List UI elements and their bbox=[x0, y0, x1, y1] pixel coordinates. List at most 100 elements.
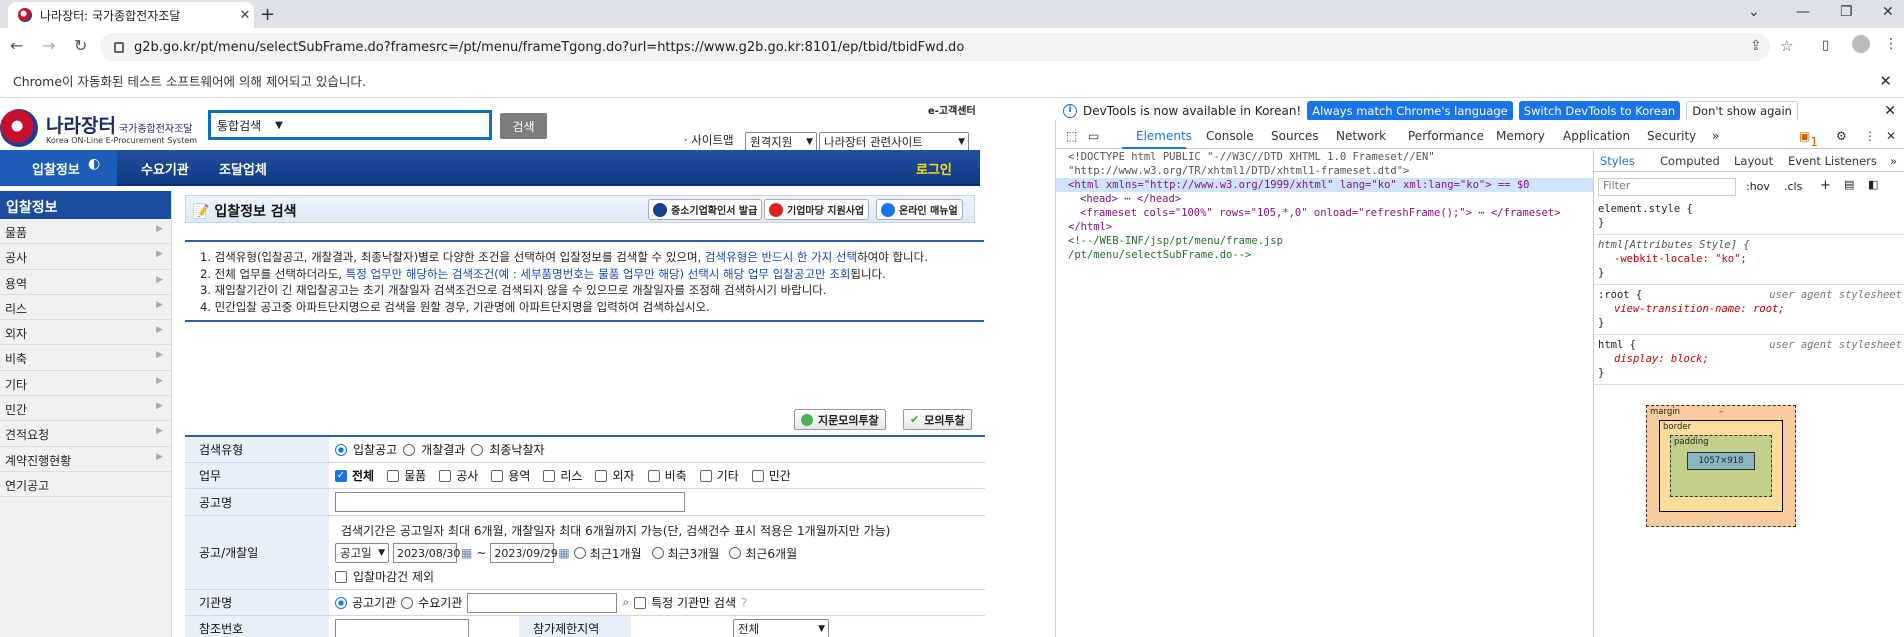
dom-comment[interactable]: /pt/menu/selectSubFrame.do--> bbox=[1068, 248, 1593, 262]
checkbox-lease[interactable] bbox=[543, 469, 556, 482]
search-icon[interactable]: ⌕ bbox=[622, 595, 629, 610]
devtools-close-icon[interactable]: ✕ bbox=[1886, 129, 1896, 143]
tab-security[interactable]: Security bbox=[1647, 129, 1696, 143]
sme-certificate-button[interactable]: 중소기업확인서 발급 bbox=[648, 199, 763, 220]
tab-computed[interactable]: Computed bbox=[1660, 154, 1720, 168]
left-menu-item[interactable]: 견적요청 ▶ bbox=[0, 421, 171, 447]
left-menu-item[interactable]: 비축 ▶ bbox=[0, 345, 171, 371]
radio-opening-result[interactable] bbox=[403, 443, 416, 456]
left-menu-item[interactable]: 리스 ▶ bbox=[0, 295, 171, 321]
radio-bid-notice[interactable] bbox=[335, 443, 347, 456]
issues-badge[interactable]: ▣ 1 bbox=[1799, 129, 1818, 149]
date-from-input[interactable]: 2023/08/30 bbox=[393, 543, 460, 563]
tab-network[interactable]: Network bbox=[1336, 129, 1386, 143]
ref-number-input[interactable] bbox=[335, 618, 469, 637]
radio-final-winner[interactable] bbox=[471, 443, 484, 456]
checkbox-construction[interactable] bbox=[439, 469, 452, 482]
close-icon[interactable]: ✕ bbox=[1884, 103, 1896, 119]
notice-name-input[interactable] bbox=[335, 492, 685, 512]
menu-kebab-icon[interactable]: ⋮ bbox=[1884, 36, 1898, 52]
checkbox-foreign[interactable] bbox=[595, 469, 608, 482]
bookmark-star-icon[interactable]: ☆ bbox=[1780, 37, 1793, 55]
share-icon[interactable]: ⇪ bbox=[1750, 38, 1762, 54]
help-icon[interactable]: ? bbox=[741, 596, 747, 610]
forward-icon[interactable]: → bbox=[42, 36, 55, 55]
dom-line[interactable]: "http://www.w3.org/TR/xhtml1/DTD/xhtml1-… bbox=[1068, 164, 1593, 178]
device-toggle-icon[interactable]: ▭ bbox=[1088, 129, 1099, 143]
dom-comment[interactable]: <!--/WEB-INF/jsp/pt/menu/frame.jsp bbox=[1068, 234, 1593, 248]
match-language-button[interactable]: Always match Chrome's language bbox=[1307, 100, 1513, 121]
reload-icon[interactable]: ↻ bbox=[74, 36, 87, 55]
remote-support-select[interactable]: 원격지원 ▼ bbox=[745, 132, 817, 152]
bizinfo-button[interactable]: 기업마당 지원사업 bbox=[764, 199, 870, 220]
tab-application[interactable]: Application bbox=[1563, 129, 1630, 143]
browser-tab[interactable]: 나라장터: 국가종합전자조달 ✕ bbox=[8, 2, 254, 28]
checkbox-specific-org[interactable] bbox=[634, 596, 647, 609]
switch-korean-button[interactable]: Switch DevTools to Korean bbox=[1518, 100, 1681, 121]
radio-1-month[interactable] bbox=[573, 547, 586, 559]
dom-line[interactable]: <frameset cols="100%" rows="105,*,0" onl… bbox=[1068, 206, 1593, 220]
org-name-input[interactable] bbox=[467, 592, 618, 613]
tab-styles[interactable]: Styles bbox=[1600, 154, 1635, 168]
checkbox-etc[interactable] bbox=[699, 469, 712, 482]
class-toggle[interactable]: .cls bbox=[1784, 180, 1802, 193]
left-menu-item[interactable]: 계약진행현황 ▶ bbox=[0, 447, 171, 472]
site-logo[interactable]: 나라장터 국가종합전자조달 Korea ON-Line E-Procurement… bbox=[0, 109, 200, 149]
search-scope-select[interactable]: 통합검색 bbox=[217, 117, 261, 134]
left-menu-item[interactable]: 민간 ▶ bbox=[0, 396, 171, 422]
mock-bid-button[interactable]: ✔ 모의투찰 bbox=[903, 409, 972, 430]
tab-sources[interactable]: Sources bbox=[1271, 129, 1318, 143]
more-style-tabs-icon[interactable]: » bbox=[1890, 154, 1897, 168]
sitemap-link[interactable]: · 사이트맵 bbox=[684, 132, 734, 148]
left-menu-item[interactable]: 기타 ▶ bbox=[0, 371, 171, 397]
search-button[interactable]: 검색 bbox=[500, 113, 547, 139]
checkbox-stockpile[interactable] bbox=[647, 469, 660, 482]
login-link[interactable]: 로그인 bbox=[916, 159, 952, 178]
left-menu-item[interactable]: 외자 ▶ bbox=[0, 320, 171, 346]
integrated-search-box[interactable]: 통합검색 ▼ bbox=[208, 110, 492, 140]
date-to-input[interactable]: 2023/09/29 bbox=[490, 543, 558, 563]
address-bar[interactable]: g2b.go.kr/pt/menu/selectSubFrame.do?fram… bbox=[100, 33, 1770, 61]
minimize-icon[interactable]: — bbox=[1796, 4, 1810, 20]
gnb-bid-info[interactable]: 입찰정보 bbox=[32, 159, 80, 178]
online-manual-button[interactable]: 온라인 매뉴얼 bbox=[876, 199, 963, 220]
tab-memory[interactable]: Memory bbox=[1496, 129, 1545, 143]
more-tabs-icon[interactable]: » bbox=[1712, 129, 1719, 143]
dom-line[interactable]: <head> ⋯ </head> bbox=[1068, 192, 1593, 206]
radio-3-months[interactable] bbox=[651, 547, 664, 559]
checkbox-exclude-closed[interactable] bbox=[335, 570, 347, 583]
dom-line[interactable]: <!DOCTYPE html PUBLIC "-//W3C//DTD XHTML… bbox=[1068, 150, 1593, 164]
side-panel-icon[interactable]: ▯ bbox=[1822, 38, 1829, 53]
tab-console[interactable]: Console bbox=[1206, 129, 1254, 143]
radio-6-months[interactable] bbox=[729, 547, 742, 559]
fingerprint-mock-bid-button[interactable]: 지문모의투찰 bbox=[794, 409, 886, 430]
close-tab-icon[interactable]: ✕ bbox=[236, 8, 254, 23]
radio-notice-org[interactable] bbox=[335, 596, 347, 609]
profile-avatar[interactable] bbox=[1852, 35, 1870, 53]
dont-show-button[interactable]: Don't show again bbox=[1686, 100, 1798, 121]
gnb-suppliers[interactable]: 조달업체 bbox=[219, 159, 267, 178]
calendar-icon[interactable]: ▦ bbox=[461, 546, 472, 560]
window-close-icon[interactable]: ✕ bbox=[1882, 4, 1894, 20]
styles-filter-input[interactable]: Filter bbox=[1598, 178, 1736, 196]
color-format-icon[interactable]: ▤ bbox=[1844, 178, 1854, 191]
e-customer-center-link[interactable]: e-고객센터 bbox=[928, 102, 976, 117]
tab-search-icon[interactable]: ⌄ bbox=[1748, 4, 1760, 20]
calendar-icon[interactable]: ▦ bbox=[558, 546, 569, 560]
tab-layout[interactable]: Layout bbox=[1734, 154, 1773, 168]
dom-line[interactable]: </html> bbox=[1068, 220, 1593, 234]
date-type-select[interactable]: 공고일 ▼ bbox=[335, 543, 389, 563]
checkbox-goods[interactable] bbox=[387, 469, 400, 482]
new-tab-icon[interactable]: + bbox=[260, 4, 275, 25]
checkbox-private[interactable] bbox=[751, 469, 764, 482]
settings-gear-icon[interactable]: ⚙ bbox=[1836, 129, 1847, 143]
related-sites-select[interactable]: 나라장터 관련사이트 ▼ bbox=[819, 132, 969, 152]
devtools-menu-icon[interactable]: ⋮ bbox=[1864, 129, 1876, 143]
tab-performance[interactable]: Performance bbox=[1408, 129, 1484, 143]
left-menu-item[interactable]: 용역 ▶ bbox=[0, 270, 171, 295]
sidebar-toggle-icon[interactable]: ◧ bbox=[1868, 178, 1878, 191]
infobar-close-icon[interactable]: ✕ bbox=[1879, 72, 1892, 90]
left-menu-item[interactable]: 공사 ▶ bbox=[0, 244, 171, 270]
hover-state-toggle[interactable]: :hov bbox=[1746, 180, 1770, 193]
left-menu-item[interactable]: 물품 ▶ bbox=[0, 219, 171, 245]
